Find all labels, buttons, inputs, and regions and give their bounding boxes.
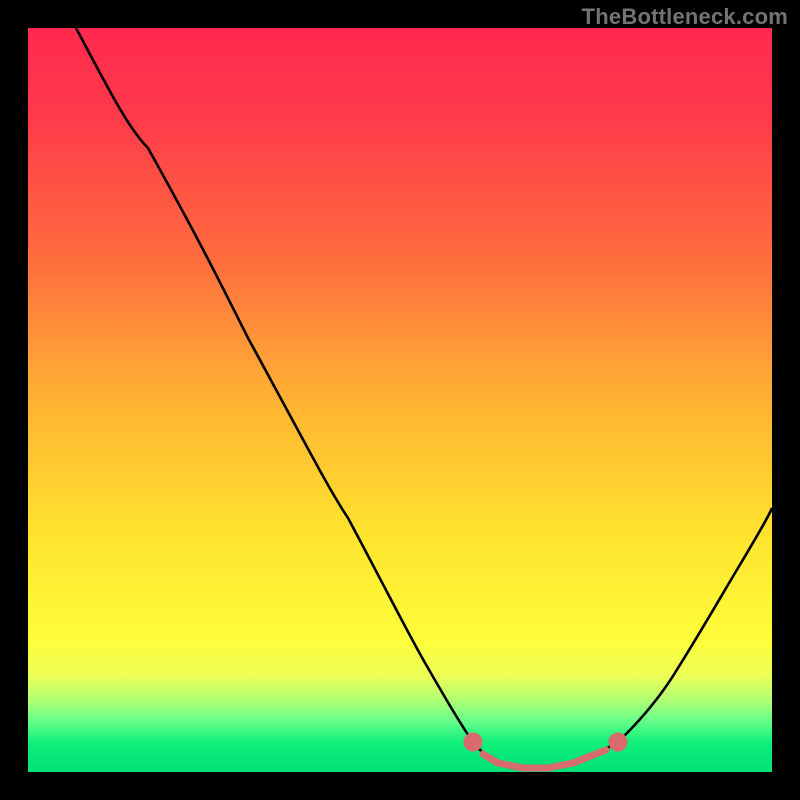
flat-bottom-markers xyxy=(467,736,624,768)
marker-segment xyxy=(548,763,573,768)
marker-dot xyxy=(467,736,479,748)
watermark-text: TheBottleneck.com xyxy=(582,4,788,30)
plot-area xyxy=(28,28,772,772)
marker-segment xyxy=(498,763,523,768)
bottleneck-curve-path xyxy=(76,28,772,768)
marker-dot xyxy=(612,736,624,748)
marker-segment xyxy=(573,750,606,763)
bottleneck-curve-svg xyxy=(28,28,772,772)
chart-frame: TheBottleneck.com xyxy=(0,0,800,800)
